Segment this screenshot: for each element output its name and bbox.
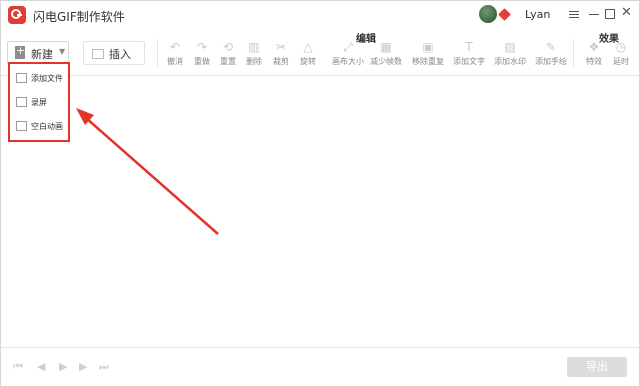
tool-reduce-frames[interactable]: ▦ 减少帧数 — [366, 41, 406, 67]
tool-label: 裁剪 — [273, 57, 289, 66]
tool-label: 添加文字 — [453, 57, 485, 66]
new-file-icon — [15, 44, 25, 59]
title-bar: 闪电GIF制作软件 Lyan ✕ — [1, 1, 639, 29]
reduce-frames-icon: ▦ — [380, 40, 392, 54]
add-file-icon — [16, 73, 27, 83]
avatar[interactable] — [479, 5, 497, 23]
tool-label: 撤消 — [167, 57, 183, 66]
close-icon[interactable]: ✕ — [621, 6, 632, 20]
tool-label: 添加手绘 — [535, 57, 567, 66]
dropdown-item-add-file[interactable]: 添加文件 — [14, 69, 70, 89]
tool-add-text[interactable]: T 添加文字 — [449, 41, 489, 67]
new-dropdown-menu: 添加文件 录屏 空白动画 — [8, 62, 70, 142]
rotate-icon: △ — [303, 40, 313, 54]
redo-icon: ↷ — [196, 40, 208, 54]
chevron-down-icon: ▼ — [59, 47, 66, 56]
menu-icon[interactable] — [569, 9, 579, 19]
tool-label: 删除 — [246, 57, 262, 66]
effects-icon: ❖ — [588, 40, 600, 54]
divider — [573, 39, 574, 67]
first-frame-icon[interactable]: ⏮ — [13, 361, 23, 373]
prev-frame-icon[interactable]: ◀ — [37, 361, 45, 373]
tool-canvas-size[interactable]: ⤢ 画布大小 — [328, 41, 368, 67]
playback-bar: ⏮ ◀ ▶ ▶ ⏭ 导出 — [1, 347, 639, 386]
tool-delay[interactable]: ◷ 延时 — [606, 41, 636, 67]
dropdown-item-label: 录屏 — [31, 98, 47, 107]
dropdown-item-label: 添加文件 — [31, 74, 63, 83]
add-text-icon: T — [465, 40, 473, 54]
pen-icon: ✎ — [545, 40, 557, 54]
new-button-label: 新建 — [31, 48, 53, 61]
reset-icon: ⟲ — [222, 40, 234, 54]
dropdown-item-screen-record[interactable]: 录屏 — [14, 93, 70, 113]
app-window: 闪电GIF制作软件 Lyan ✕ 新建 ▼ 插入 编辑 效果 ↶撤消↷重做⟲重置… — [0, 0, 640, 386]
insert-icon — [92, 49, 104, 59]
canvas-area[interactable] — [1, 76, 639, 346]
dropdown-item-blank-animation[interactable]: 空白动画 — [14, 117, 70, 137]
tool-scissors[interactable]: ✂ 裁剪 — [266, 41, 296, 67]
tool-label: 添加水印 — [494, 57, 526, 66]
play-icon[interactable]: ▶ — [59, 361, 67, 373]
maximize-icon[interactable] — [605, 9, 615, 19]
username[interactable]: Lyan — [525, 8, 550, 21]
undo-icon: ↶ — [169, 40, 181, 54]
canvas-size-icon: ⤢ — [343, 40, 353, 54]
app-title: 闪电GIF制作软件 — [33, 10, 125, 24]
delay-icon: ◷ — [615, 40, 627, 54]
remove-duplicate-icon: ▣ — [422, 40, 434, 54]
tool-effects[interactable]: ❖ 特效 — [579, 41, 609, 67]
trash-icon: ▥ — [248, 40, 260, 54]
tool-label: 画布大小 — [332, 57, 364, 66]
tool-remove-duplicate[interactable]: ▣ 移除重复 — [408, 41, 448, 67]
tool-add-watermark[interactable]: ▨ 添加水印 — [490, 41, 530, 67]
insert-button[interactable]: 插入 — [83, 41, 145, 65]
divider — [157, 39, 158, 67]
dropdown-item-label: 空白动画 — [31, 122, 63, 131]
tool-rotate[interactable]: △ 旋转 — [293, 41, 323, 67]
app-logo-icon — [8, 6, 26, 24]
tool-label: 减少帧数 — [370, 57, 402, 66]
tool-label: 特效 — [586, 57, 602, 66]
scissors-icon: ✂ — [275, 40, 287, 54]
vip-badge-icon[interactable] — [498, 8, 511, 21]
last-frame-icon[interactable]: ⏭ — [99, 361, 109, 373]
tool-label: 移除重复 — [412, 57, 444, 66]
tool-pen[interactable]: ✎ 添加手绘 — [531, 41, 571, 67]
screen-record-icon — [16, 97, 27, 107]
tool-label: 旋转 — [300, 57, 316, 66]
next-frame-icon[interactable]: ▶ — [79, 361, 87, 373]
export-button[interactable]: 导出 — [567, 357, 627, 377]
toolbar: 新建 ▼ 插入 编辑 效果 ↶撤消↷重做⟲重置▥删除✂裁剪△旋转⤢画布大小▦减少… — [1, 29, 639, 76]
tool-undo[interactable]: ↶ 撤消 — [160, 41, 190, 67]
insert-button-label: 插入 — [109, 48, 131, 61]
tool-trash[interactable]: ▥ 删除 — [239, 41, 269, 67]
add-watermark-icon: ▨ — [504, 40, 516, 54]
minimize-icon[interactable] — [589, 14, 599, 15]
tool-label: 延时 — [613, 57, 629, 66]
blank-animation-icon — [16, 121, 27, 131]
